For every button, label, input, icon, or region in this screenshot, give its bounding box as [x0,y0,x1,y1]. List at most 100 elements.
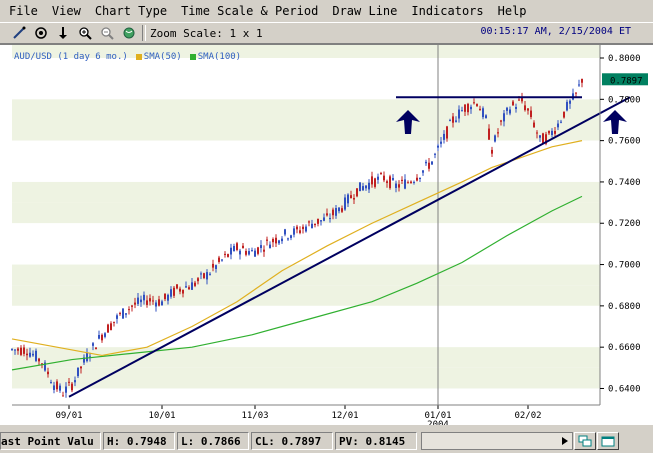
candle-body [518,99,520,101]
candle-body [389,176,391,189]
candle-body [179,288,181,292]
candle-body [143,294,145,301]
candle-body [371,176,373,185]
candle-body [581,79,583,83]
candle-body [401,179,403,181]
menu-chart-type[interactable]: Chart Type [90,4,172,18]
candle-body [332,209,334,216]
candle-body [59,385,61,391]
draw-line-icon[interactable] [8,24,30,42]
candle-body [305,226,307,232]
crosshair-icon[interactable] [30,24,52,42]
candle-body [326,213,328,216]
candle-body [353,198,355,200]
candle-body [254,250,256,257]
menu-help[interactable]: Help [493,4,532,18]
candle-body [323,217,325,221]
candle-body [125,313,127,315]
candle-body [32,353,34,356]
chart-band [12,140,600,162]
candle-body [197,278,199,282]
candle-body [212,263,214,268]
candle-body [473,102,475,104]
menu-time-scale[interactable]: Time Scale & Period [176,4,323,18]
candle-body [566,101,568,111]
candle-body [65,386,67,393]
candle-body [512,101,514,106]
menu-draw-line[interactable]: Draw Line [327,4,402,18]
zoom-scale-label: Zoom Scale: 1 x 1 [150,26,263,40]
candle-body [269,244,271,249]
candle-body [398,184,400,188]
candle-body [419,177,421,179]
window-cascade-button[interactable] [597,432,619,450]
candle-body [278,240,280,244]
candle-body [149,298,151,302]
candle-body [356,188,358,197]
x-tick-label: 11/03 [241,411,268,421]
candle-body [188,287,190,290]
chart-band [12,119,600,141]
candle-body [170,289,172,297]
chart-svg[interactable]: 0.8000 0.7800 0.7600 0.7400 0.7200 0.7000 0.68… [0,45,653,425]
price-chart[interactable]: 0.8000 0.7800 0.7600 0.7400 0.7200 0.7000 0.68… [0,44,653,425]
candle-body [485,115,487,119]
status-close: CL: 0.7897 [251,432,333,450]
candle-body [425,161,427,164]
candle-body [14,349,16,351]
candle-body [533,122,535,128]
globe-icon[interactable] [118,24,140,42]
x-tick-label: 09/01 [55,411,82,421]
candle-body [320,220,322,222]
candle-body [338,207,340,212]
chart-band [12,367,600,389]
candle-body [191,282,193,290]
candle-body [317,218,319,224]
x-tick-label: 02/02 [514,411,541,421]
scroll-right-icon[interactable] [558,434,572,448]
candle-body [329,218,331,220]
candle-body [227,254,229,257]
horizontal-scrollbar[interactable] [421,432,573,450]
candle-body [119,313,121,315]
candle-body [26,353,28,356]
candle-body [98,335,100,339]
candle-body [299,230,301,233]
candle-body [467,103,469,113]
candle-body [206,272,208,280]
candle-body [35,350,37,361]
menu-file[interactable]: File [4,4,43,18]
menu-bar: File View Chart Type Time Scale & Period… [0,0,653,22]
candle-body [284,229,286,235]
candle-body [569,100,571,104]
status-pv: PV: 0.8145 [335,432,417,450]
candle-body [29,352,31,357]
chart-band [12,305,600,327]
candle-body [77,367,79,377]
chart-band [12,202,600,224]
candle-body [116,315,118,319]
zoom-in-icon[interactable] [74,24,96,42]
candle-body [494,135,496,142]
candle-body [71,383,73,391]
candle-body [134,302,136,305]
candle-body [446,126,448,139]
zoom-out-icon[interactable] [96,24,118,42]
arrow-down-icon[interactable] [52,24,74,42]
window-tile-button[interactable] [574,432,596,450]
candle-body [470,106,472,110]
menu-view[interactable]: View [47,4,86,18]
candle-body [185,286,187,288]
candle-body [386,181,388,183]
candle-body [74,380,76,383]
candle-body [563,111,565,118]
y-tick-label: 0.7800 [608,95,641,105]
candle-body [554,130,556,134]
toolbar-separator [142,25,146,41]
y-tick-label: 0.7600 [608,137,641,147]
candle-body [53,385,55,390]
candle-body [350,195,352,199]
menu-indicators[interactable]: Indicators [406,4,488,18]
candle-body [137,297,139,304]
candle-body [47,371,49,375]
